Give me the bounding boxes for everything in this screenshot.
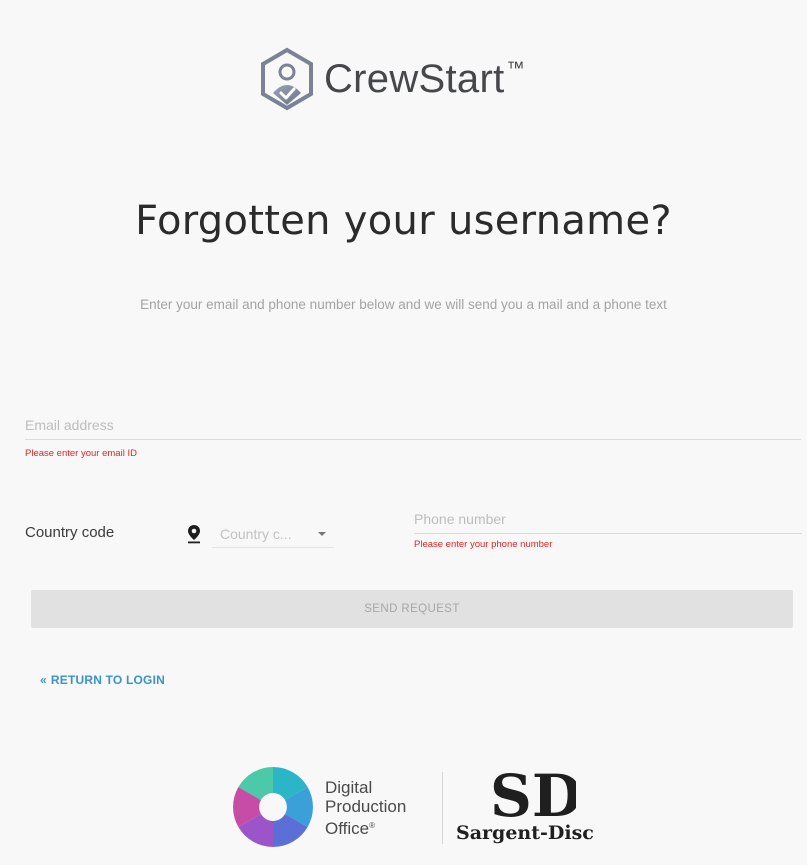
return-to-login-link[interactable]: « RETURN TO LOGIN: [40, 673, 165, 687]
svg-text:SD: SD: [490, 762, 576, 822]
crewstart-logo-icon: [261, 47, 313, 111]
footer-divider: [442, 772, 443, 844]
country-code-placeholder: Country c...: [220, 525, 292, 542]
page-title: Forgotten your username?: [135, 198, 672, 244]
return-to-login-label: RETURN TO LOGIN: [50, 673, 165, 687]
page-subtitle: Enter your email and phone number below …: [140, 297, 667, 312]
phone-field-group: Please enter your phone number: [414, 508, 802, 550]
country-code-select[interactable]: Country c...: [212, 520, 334, 548]
send-request-button[interactable]: SEND REQUEST: [31, 590, 793, 628]
page: CrewStart ™ Forgotten your username? Ente…: [0, 0, 807, 865]
footer-logos: Digital Production Office® SD Sargent-Di…: [230, 760, 610, 852]
email-error: Please enter your email ID: [25, 448, 137, 459]
chevron-down-icon: [318, 531, 326, 536]
dpo-aperture-logo-icon: [233, 767, 313, 847]
map-pin-icon: [188, 525, 200, 544]
brand-name: CrewStart ™: [324, 56, 525, 101]
sargent-disc-wordmark: Sargent-Disc: [456, 822, 594, 844]
phone-error: Please enter your phone number: [414, 539, 553, 550]
crewstart-logo: CrewStart ™: [260, 44, 525, 114]
email-field-group: Please enter your email ID: [25, 414, 801, 459]
phone-number-field[interactable]: [414, 508, 802, 534]
sargent-disc-monogram-icon: SD: [490, 762, 576, 822]
dpo-wordmark: Digital Production Office®: [325, 778, 407, 838]
email-field[interactable]: [25, 414, 801, 440]
country-code-label: Country code: [25, 524, 115, 541]
back-arrow-icon: «: [40, 673, 47, 687]
